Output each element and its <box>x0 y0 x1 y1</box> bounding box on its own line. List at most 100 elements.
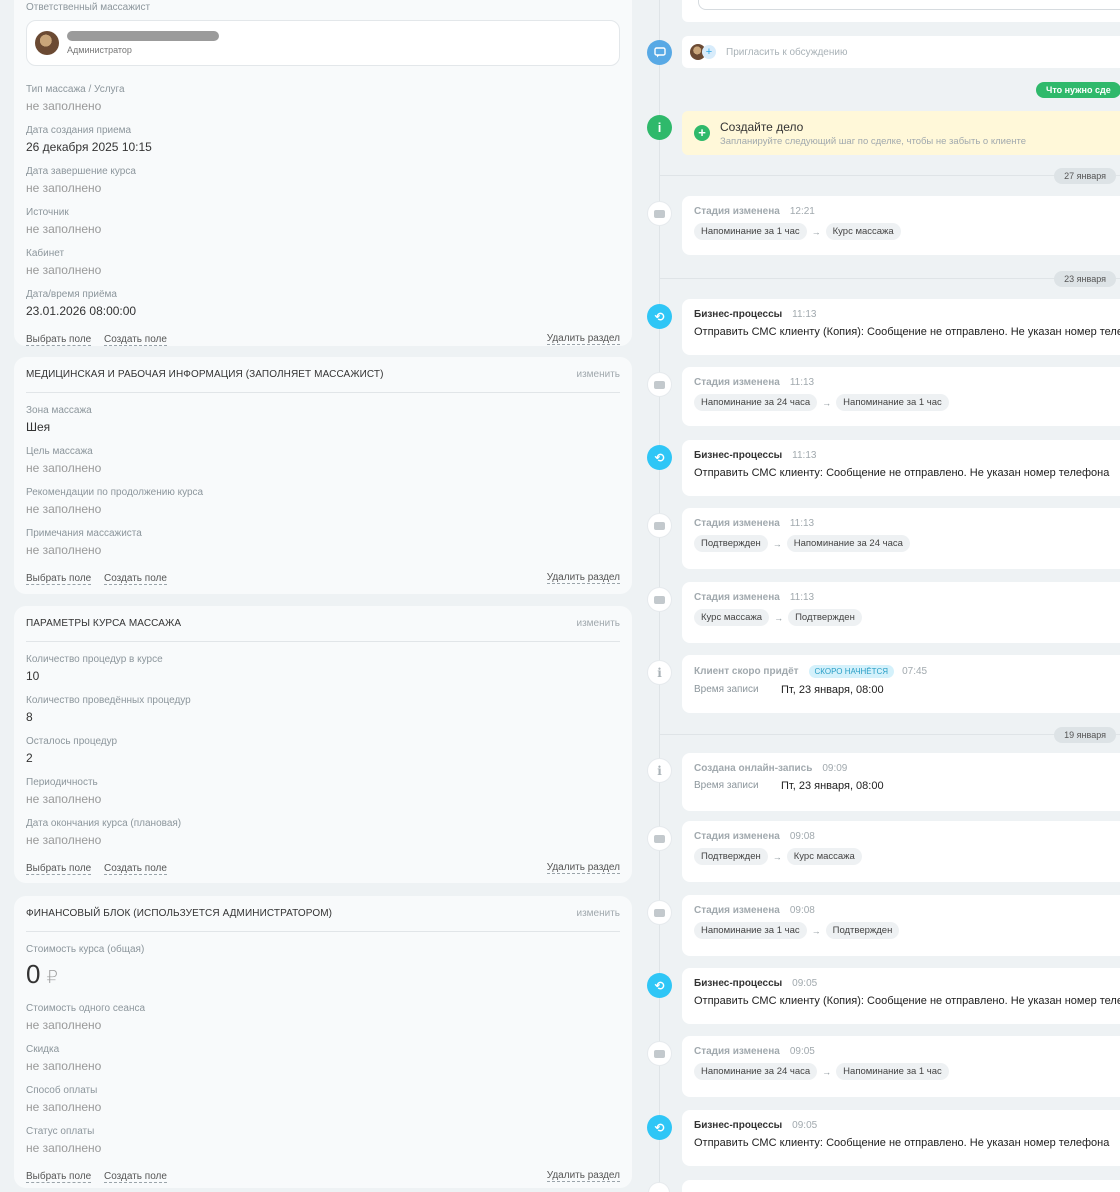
stage-change-item[interactable]: Стадия изменена 12:21 Напоминание за 1 ча… <box>682 196 1120 255</box>
delete-section-link[interactable]: Удалить раздел <box>546 862 620 874</box>
stage-change-item[interactable]: Стадия изменена 09:08 Подтвержден → Курс ма… <box>682 821 1120 882</box>
field-source[interactable]: Источник не заполнено <box>26 205 620 238</box>
field-session-cost[interactable]: Стоимость одного сеанса не заполнено <box>26 1001 620 1034</box>
add-icon[interactable]: + <box>694 125 710 141</box>
date-badge: 19 января <box>1054 727 1116 743</box>
stage-change-item[interactable]: Стадия изменена 11:13 Курс массажа → Подтве… <box>682 582 1120 643</box>
stage-chip: Напоминание за 24 часа <box>694 1063 818 1080</box>
info-icon: i <box>647 758 672 783</box>
stage-chip: Курс массажа <box>694 609 770 626</box>
info-icon: i <box>647 115 672 140</box>
business-process-item[interactable]: Бизнес-процессы 11:13 Отправить СМС клиен… <box>682 440 1120 496</box>
stage-chip: Напоминание за 1 час <box>694 922 807 939</box>
edit-link[interactable]: изменить <box>576 369 620 380</box>
field-recommendations[interactable]: Рекомендации по продолжению курса не зап… <box>26 485 620 518</box>
date-divider <box>660 278 1120 279</box>
create-activity-block[interactable]: + Создайте дело Запланируйте следующий ш… <box>682 111 1120 155</box>
delete-section-link[interactable]: Удалить раздел <box>546 572 620 584</box>
currency-symbol: ₽ <box>46 967 58 987</box>
business-process-icon: ⟲ <box>647 973 672 998</box>
create-field-link[interactable]: Создать поле <box>104 1170 167 1183</box>
finance-card: ФИНАНСОВЫЙ БЛОК (ИСПОЛЬЗУЕТСЯ АДМИНИСТРА… <box>14 896 632 1188</box>
chat-icon <box>647 40 672 65</box>
stage-chip: Напоминание за 24 часа <box>694 394 818 411</box>
field-created-date[interactable]: Дата создания приема 26 декабря 2025 10:… <box>26 123 620 156</box>
field-massage-zone[interactable]: Зона массажа Шея <box>26 403 620 436</box>
card-footer: Выбрать поле Создать поле Удалить раздел <box>26 328 620 350</box>
field-cabinet[interactable]: Кабинет не заполнено <box>26 246 620 279</box>
business-process-icon: ⟲ <box>647 304 672 329</box>
timeline-item-partial[interactable] <box>682 1180 1120 1192</box>
date-badge: 27 января <box>1054 168 1116 184</box>
plus-icon[interactable]: + <box>702 45 716 59</box>
field-appointment-datetime[interactable]: Дата/время приёма 23.01.2026 08:00:00 <box>26 287 620 320</box>
create-field-link[interactable]: Создать поле <box>104 572 167 585</box>
edit-link[interactable]: изменить <box>576 618 620 629</box>
responsible-user[interactable]: Администратор <box>26 20 620 66</box>
stage-chip: Напоминание за 1 час <box>694 223 807 240</box>
arrow-icon: → <box>822 1066 832 1077</box>
stage-change-item[interactable]: Стадия изменена 11:13 Подтвержден → Напомин… <box>682 508 1120 569</box>
stage-chip: Подтвержден <box>788 609 862 626</box>
stage-chip: Напоминание за 24 часа <box>786 535 910 552</box>
arrow-icon: → <box>774 612 784 623</box>
status-badge: скоро начнётся <box>808 665 895 678</box>
choose-field-link[interactable]: Выбрать поле <box>26 333 92 346</box>
stage-icon <box>647 513 672 538</box>
business-process-item[interactable]: Бизнес-процессы 09:05 Отправить СМС клиен… <box>682 968 1120 1024</box>
card-title: МЕДИЦИНСКАЯ И РАБОЧАЯ ИНФОРМАЦИЯ (ЗАПОЛН… <box>26 369 384 380</box>
stage-chip: Подтвержден <box>694 535 768 552</box>
card-footer: Выбрать поле Создать поле Удалить раздел <box>26 857 620 879</box>
card-title: ПАРАМЕТРЫ КУРСА МАССАЖА <box>26 618 182 629</box>
stage-chip: Курс массажа <box>786 848 862 865</box>
business-process-item[interactable]: Бизнес-процессы 11:13 Отправить СМС клиен… <box>682 299 1120 355</box>
choose-field-link[interactable]: Выбрать поле <box>26 572 92 585</box>
field-therapist-notes[interactable]: Примечания массажиста не заполнено <box>26 526 620 559</box>
stage-change-item[interactable]: Стадия изменена 11:13 Напоминание за 24 ч… <box>682 367 1120 426</box>
choose-field-link[interactable]: Выбрать поле <box>26 862 92 875</box>
medical-info-card: МЕДИЦИНСКАЯ И РАБОЧАЯ ИНФОРМАЦИЯ (ЗАПОЛН… <box>14 357 632 594</box>
stage-chip: Подтвержден <box>694 848 768 865</box>
stage-icon <box>647 900 672 925</box>
stage-icon <box>647 201 672 226</box>
field-planned-end-date[interactable]: Дата окончания курса (плановая) не запол… <box>26 816 620 849</box>
stage-icon <box>647 826 672 851</box>
card-footer: Выбрать поле Создать поле Удалить раздел <box>26 567 620 589</box>
field-course-cost[interactable]: Стоимость курса (общая) 0 ₽ <box>26 942 620 993</box>
field-massage-goal[interactable]: Цель массажа не заполнено <box>26 444 620 477</box>
field-procedures-done[interactable]: Количество проведённых процедур 8 <box>26 693 620 726</box>
field-procedures-total[interactable]: Количество процедур в курсе 10 <box>26 652 620 685</box>
invite-to-discussion[interactable]: + Пригласить к обсуждению <box>682 36 1120 68</box>
stage-change-item[interactable]: Стадия изменена 09:05 Напоминание за 24 ч… <box>682 1036 1120 1097</box>
business-process-icon: ⟲ <box>647 445 672 470</box>
field-payment-method[interactable]: Способ оплаты не заполнено <box>26 1083 620 1116</box>
stage-chip: Курс массажа <box>825 223 901 240</box>
arrow-icon: → <box>772 538 782 549</box>
create-field-link[interactable]: Создать поле <box>104 333 167 346</box>
business-process-item[interactable]: Бизнес-процессы 09:05 Отправить СМС клиен… <box>682 1110 1120 1166</box>
stage-change-item[interactable]: Стадия изменена 09:08 Напоминание за 1 ча… <box>682 895 1120 956</box>
field-payment-status[interactable]: Статус оплаты не заполнено <box>26 1124 620 1157</box>
user-role: Администратор <box>67 45 132 55</box>
client-arriving-item[interactable]: Клиент скоро придёт скоро начнётся 07:45 В… <box>682 655 1120 713</box>
online-booking-item[interactable]: Создана онлайн-запись 09:09 Время записи П… <box>682 753 1120 811</box>
delete-section-link[interactable]: Удалить раздел <box>546 1170 620 1182</box>
user-name-redacted <box>67 31 219 41</box>
comment-input[interactable] <box>698 0 1120 10</box>
stage-icon <box>648 1182 670 1192</box>
responsible-label: Ответственный массажист <box>26 2 151 13</box>
arrow-icon: → <box>772 851 782 862</box>
todo-label: Что нужно сде <box>1036 82 1120 98</box>
choose-field-link[interactable]: Выбрать поле <box>26 1170 92 1183</box>
stage-chip: Подтвержден <box>825 922 900 939</box>
field-service-type[interactable]: Тип массажа / Услуга не заполнено <box>26 82 620 115</box>
date-divider <box>660 175 1120 176</box>
delete-section-link[interactable]: Удалить раздел <box>546 333 620 345</box>
stage-icon <box>647 587 672 612</box>
field-procedures-left[interactable]: Осталось процедур 2 <box>26 734 620 767</box>
field-discount[interactable]: Скидка не заполнено <box>26 1042 620 1075</box>
field-course-end-date[interactable]: Дата завершение курса не заполнено <box>26 164 620 197</box>
field-periodicity[interactable]: Периодичность не заполнено <box>26 775 620 808</box>
create-field-link[interactable]: Создать поле <box>104 862 167 875</box>
edit-link[interactable]: изменить <box>576 908 620 919</box>
